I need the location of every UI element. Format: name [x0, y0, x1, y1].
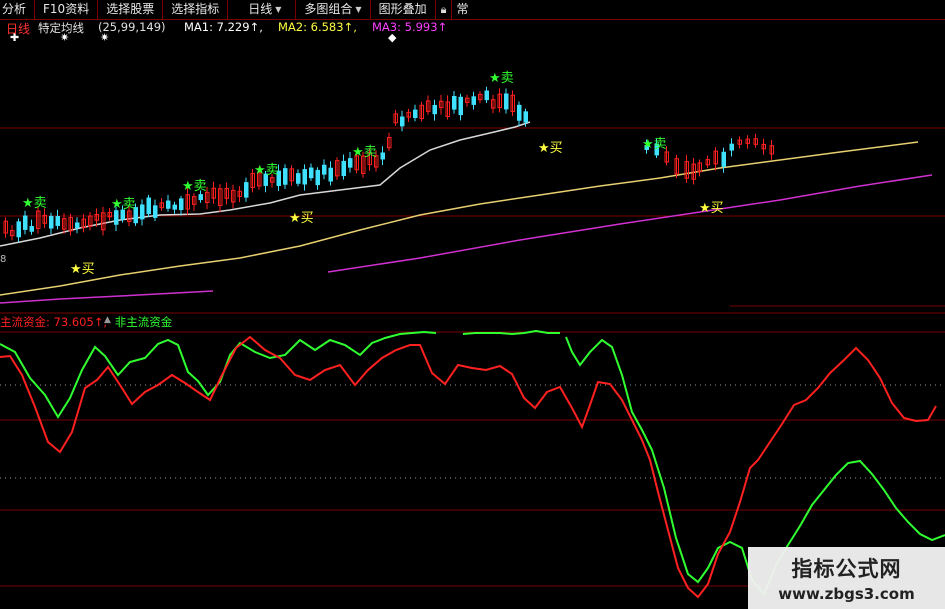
candle-body: [140, 204, 145, 220]
candle-body: [49, 215, 54, 229]
candle-body: [244, 182, 249, 198]
axis-tick: 8: [0, 254, 6, 265]
sell-signal: ★卖: [254, 163, 279, 178]
candle-body: [517, 104, 522, 121]
candle-body: [721, 151, 726, 167]
ma3-value: MA3: 5.993↑: [372, 20, 448, 34]
candle-body: [484, 90, 489, 101]
overlay-label: 图形叠加: [378, 2, 427, 16]
chevron-down-icon: ▼: [355, 5, 362, 14]
overlay-button[interactable]: 图形叠加: [371, 0, 436, 19]
select-stock-button[interactable]: 选择股票: [98, 0, 164, 19]
lock-button[interactable]: 🔒︎: [436, 0, 453, 19]
f10-button[interactable]: F10资料: [35, 0, 99, 19]
watermark-url: www.zbgs3.com: [778, 585, 915, 603]
sell-signal: ★卖: [352, 145, 377, 160]
candle-body: [328, 167, 333, 182]
grid-lines: [0, 127, 945, 587]
candle-body: [16, 221, 21, 238]
candle-body: [23, 215, 28, 230]
candle-body: [380, 152, 385, 160]
candle-body: [302, 169, 307, 185]
period-label: 日线: [248, 2, 273, 16]
candle-body: [458, 96, 463, 116]
candle-body: [146, 197, 151, 215]
candle-body: [341, 160, 346, 177]
candle-body: [504, 93, 509, 110]
dotted-lines: [0, 384, 945, 479]
select-stock-label: 选择股票: [106, 2, 155, 16]
candle-body: [55, 216, 60, 226]
watermark: 指标公式网 www.zbgs3.com: [748, 547, 945, 609]
candle-body: [452, 95, 457, 110]
sub-panel-legend: 主流资金: 73.605↑, 非主流资金: [0, 314, 172, 330]
select-indicator-label: 选择指标: [171, 2, 220, 16]
f10-label: F10资料: [43, 2, 90, 16]
candle-body: [471, 96, 476, 105]
watermark-title: 指标公式网: [791, 557, 902, 581]
candle-body: [315, 169, 320, 186]
candle-body: [400, 116, 405, 127]
ma1-value: MA1: 7.229↑,: [184, 20, 263, 34]
buy-signal: ★买: [289, 211, 314, 226]
candle-body: [309, 167, 314, 179]
lock-icon: 🔒︎: [440, 3, 447, 16]
buy-signal: ★买: [70, 262, 95, 277]
sell-signal: ★卖: [182, 179, 207, 194]
candle-body: [523, 111, 528, 123]
chart-canvas: ✚ ✷ ✷ ◆ ★卖 ★卖 ★卖 ★卖 ★卖 ★卖 ★卖 ★买 ★买 ★买 ★买…: [0, 31, 945, 599]
ma2-value: MA2: 6.583↑,: [278, 20, 357, 34]
indicator-name: 特定均线: [38, 21, 84, 35]
candle-body: [166, 200, 171, 209]
candle-body: [322, 164, 327, 175]
sell-signal: ★卖: [22, 196, 47, 211]
candle-body: [198, 194, 203, 201]
period-title: 日线: [6, 22, 31, 36]
period-button[interactable]: 日线 ▼: [228, 0, 297, 19]
candle-body: [172, 204, 177, 210]
multi-chart-label: 多图组合: [304, 2, 353, 16]
candle-body: [153, 205, 158, 218]
analysis-button[interactable]: 分析: [0, 0, 36, 19]
main-fund-value: 主流资金: 73.605↑,: [0, 315, 108, 329]
candle-body: [413, 109, 418, 118]
candle-body: [296, 173, 301, 184]
ma3-line: [0, 290, 214, 304]
sell-signal: ★卖: [111, 197, 136, 212]
ma3-line-right: [327, 174, 933, 273]
indicator-params: (25,99,149): [98, 20, 166, 34]
more-label: 常: [456, 2, 469, 16]
analysis-label: 分析: [2, 2, 27, 16]
candle-body: [179, 198, 184, 211]
non-main-fund-line: [0, 330, 437, 419]
select-indicator-button[interactable]: 选择指标: [163, 0, 229, 19]
chevron-down-icon: ▼: [275, 5, 282, 14]
candle-body: [729, 143, 734, 151]
sell-signal: ★卖: [642, 137, 667, 152]
candle-body: [114, 210, 119, 225]
multi-chart-button[interactable]: 多图组合 ▼: [296, 0, 371, 19]
candle-body: [29, 226, 34, 232]
buy-signal: ★买: [538, 141, 563, 156]
more-button[interactable]: 常: [452, 0, 472, 19]
sell-signal: ★卖: [489, 71, 514, 86]
non-main-fund-label: 非主流资金: [114, 315, 173, 329]
buy-signal: ★买: [699, 201, 724, 216]
toolbar: 分析 F10资料 选择股票 选择指标 日线 ▼ 多图组合 ▼ 图形叠加 🔒︎ 常: [0, 0, 945, 20]
candle-body: [75, 222, 80, 229]
candle-body: [283, 168, 288, 185]
candle-body: [432, 104, 437, 115]
